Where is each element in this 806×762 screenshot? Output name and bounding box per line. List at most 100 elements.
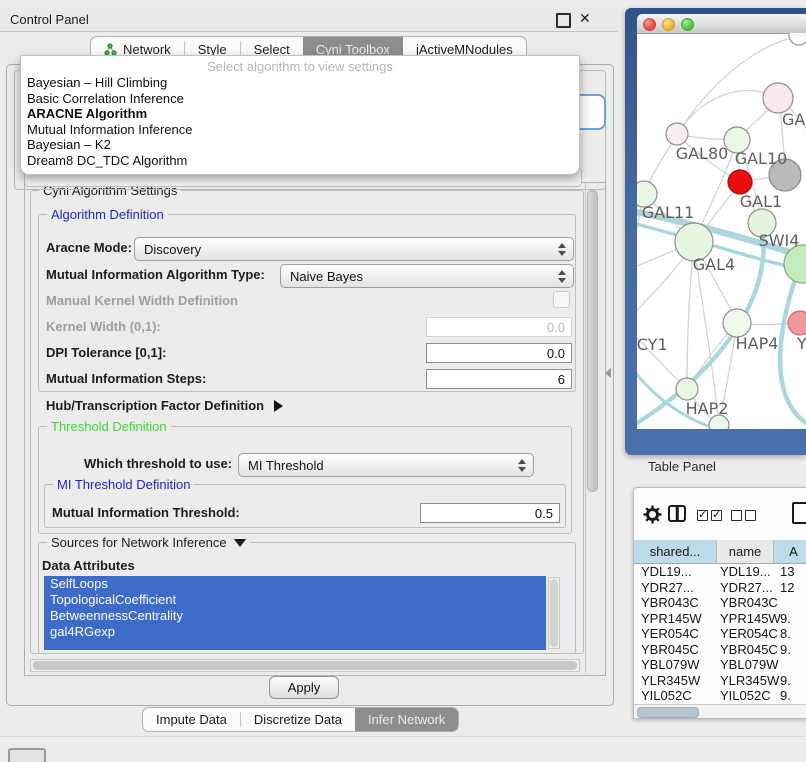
screen: Control Panel ✕ NetworkStyleSelectCyni T… <box>0 0 806 762</box>
attributes-scrollbar-thumb[interactable] <box>550 579 558 647</box>
node[interactable] <box>789 33 806 45</box>
table-cell: YPR145W <box>720 611 781 626</box>
data-attribute-item[interactable]: SelfLoops <box>44 576 546 592</box>
node-GAL80[interactable] <box>666 123 688 145</box>
split-columns-icon[interactable] <box>668 505 686 522</box>
table-row[interactable]: YPR145WYPR145W9. <box>634 611 806 627</box>
zoom-traffic-light-icon[interactable] <box>681 18 694 31</box>
node-label-HAP2: HAP2 <box>686 399 729 418</box>
table-row[interactable]: YLR345WYLR345W9. <box>634 673 806 689</box>
manual-kernel-label: Manual Kernel Width Definition <box>46 293 238 308</box>
table-cell: YBR045C <box>720 642 778 657</box>
node-red[interactable] <box>728 170 752 194</box>
table-row[interactable]: YDL19... YDL19... 13 <box>634 564 806 580</box>
table-cell: YLR345W <box>720 673 779 688</box>
panel-collapse-arrow-icon[interactable] <box>605 368 611 378</box>
node-label-GCY1: GCY1 <box>637 335 668 354</box>
node-label-SWI4: SWI4 <box>759 231 800 250</box>
unchecked-checkbox-icon[interactable] <box>731 510 742 521</box>
mi-type-select[interactable]: Naive Bayes <box>280 264 574 288</box>
algorithm-option[interactable]: Bayesian – K2 <box>21 137 579 153</box>
dpi-tolerance-field[interactable]: 0.0 <box>426 343 572 363</box>
unchecked-checkbox-icon[interactable] <box>745 510 756 521</box>
algorithm-option[interactable]: Basic Correlation Inference <box>21 91 579 107</box>
hub-definition-expander[interactable]: Hub/Transcription Factor Definition <box>46 398 283 413</box>
data-attribute-item[interactable]: BetweennessCentrality <box>44 608 546 624</box>
close-icon[interactable]: ✕ <box>579 10 591 27</box>
algorithm-dropdown-hint: Select algorithm to view settings <box>21 58 579 75</box>
control-panel-titlebar <box>0 8 618 32</box>
threshold-definition-title: Threshold Definition <box>47 419 171 434</box>
node[interactable] <box>788 311 806 335</box>
network-edge <box>637 324 687 389</box>
algorithm-option[interactable]: ARACNE Algorithm <box>21 106 579 122</box>
network-window-titlebar[interactable] <box>637 14 806 34</box>
table-cell: YLR345W <box>641 673 700 688</box>
table-panel-title: Table Panel <box>648 459 716 474</box>
tab-infer-network[interactable]: Infer Network <box>355 708 458 731</box>
table-row[interactable]: YBR045CYBR045C9. <box>634 642 806 658</box>
tab-label: Discretize Data <box>254 712 342 727</box>
column-header-name[interactable]: name <box>717 540 774 564</box>
table-row[interactable]: YBL079WYBL079W <box>634 657 806 673</box>
table-cell: YDR27... <box>641 580 694 595</box>
aracne-mode-select[interactable]: Discovery <box>134 237 574 261</box>
node[interactable] <box>763 83 793 113</box>
checked-checkbox-icon[interactable]: ✓ <box>711 510 722 521</box>
gear-icon[interactable] <box>643 505 662 529</box>
algorithm-option[interactable]: Dream8 DC_TDC Algorithm <box>21 153 579 169</box>
data-attribute-item[interactable]: gal4RGexp <box>44 624 546 640</box>
column-header-shared[interactable]: shared... <box>634 540 717 564</box>
spinner-arrows-icon <box>551 243 573 256</box>
mi-steps-field[interactable]: 6 <box>426 369 572 389</box>
aracne-mode-value: Discovery <box>135 242 551 257</box>
tab-discretize-data[interactable]: Discretize Data <box>241 708 355 731</box>
algorithm-option[interactable]: Bayesian – Hill Climbing <box>21 75 579 91</box>
node-label-GAL1: GAL1 <box>740 192 782 211</box>
table-horizontal-scrollbar-thumb[interactable] <box>637 707 699 718</box>
network-window[interactable]: GALGAL80GAL10GAL1GAL11SWI4GAL4GCY1HAP4YH… <box>637 14 806 429</box>
table-horizontal-scrollbar[interactable] <box>634 704 806 719</box>
table-cell: YBR043C <box>720 595 778 610</box>
settings-vertical-scrollbar-thumb[interactable] <box>587 190 598 492</box>
table-row[interactable]: YIL052CYIL052C9. <box>634 688 806 704</box>
kernel-width-label: Kernel Width (0,1): <box>46 319 161 334</box>
tab-impute-data[interactable]: Impute Data <box>143 708 240 731</box>
float-window-icon[interactable] <box>556 13 571 28</box>
node-HAP4[interactable] <box>723 309 751 337</box>
mi-threshold-label: Mutual Information Threshold: <box>52 505 240 520</box>
minimize-traffic-light-icon[interactable] <box>662 18 675 31</box>
which-threshold-select[interactable]: MI Threshold <box>238 453 534 477</box>
table-row[interactable]: YDR27...YDR27...12 <box>634 580 806 596</box>
table-cell: YDL19... <box>720 564 771 579</box>
table-cell: 8. <box>780 626 791 641</box>
table-cell: YDL19... <box>641 564 692 579</box>
data-attribute-item[interactable]: TopologicalCoefficient <box>44 592 546 608</box>
checked-checkbox-icon[interactable]: ✓ <box>697 510 708 521</box>
node-HAP2[interactable] <box>676 378 698 400</box>
table-row[interactable]: YBR043CYBR043C <box>634 595 806 611</box>
apply-button[interactable]: Apply <box>269 676 339 699</box>
which-threshold-value: MI Threshold <box>239 458 511 473</box>
mi-threshold-field[interactable]: 0.5 <box>420 503 560 523</box>
document-icon[interactable] <box>792 502 806 524</box>
table-cell: 13 <box>780 564 794 579</box>
table-cell: YER054C <box>720 626 778 641</box>
settings-horizontal-scrollbar-thumb[interactable] <box>33 661 577 670</box>
table-cell: YBL079W <box>720 657 779 672</box>
table-header-row: shared...nameA <box>634 540 806 564</box>
column-header-A[interactable]: A <box>774 540 806 564</box>
table-row[interactable]: YER054CYER054C8. <box>634 626 806 642</box>
algorithm-option[interactable]: Mutual Information Inference <box>21 122 579 138</box>
data-attributes-label: Data Attributes <box>42 558 135 573</box>
minimized-panel-icon[interactable] <box>8 748 46 762</box>
algorithm-definition-title: Algorithm Definition <box>47 207 168 222</box>
node-label-Y: Y <box>796 334 806 353</box>
sources-title[interactable]: Sources for Network Inference <box>47 535 250 550</box>
kernel-width-field[interactable]: 0.0 <box>426 317 572 337</box>
manual-kernel-checkbox[interactable] <box>553 291 570 308</box>
spinner-arrows-icon <box>511 459 533 472</box>
network-canvas[interactable]: GALGAL80GAL10GAL1GAL11SWI4GAL4GCY1HAP4YH… <box>637 33 806 429</box>
which-threshold-label: Which threshold to use: <box>84 456 232 471</box>
close-traffic-light-icon[interactable] <box>643 18 656 31</box>
